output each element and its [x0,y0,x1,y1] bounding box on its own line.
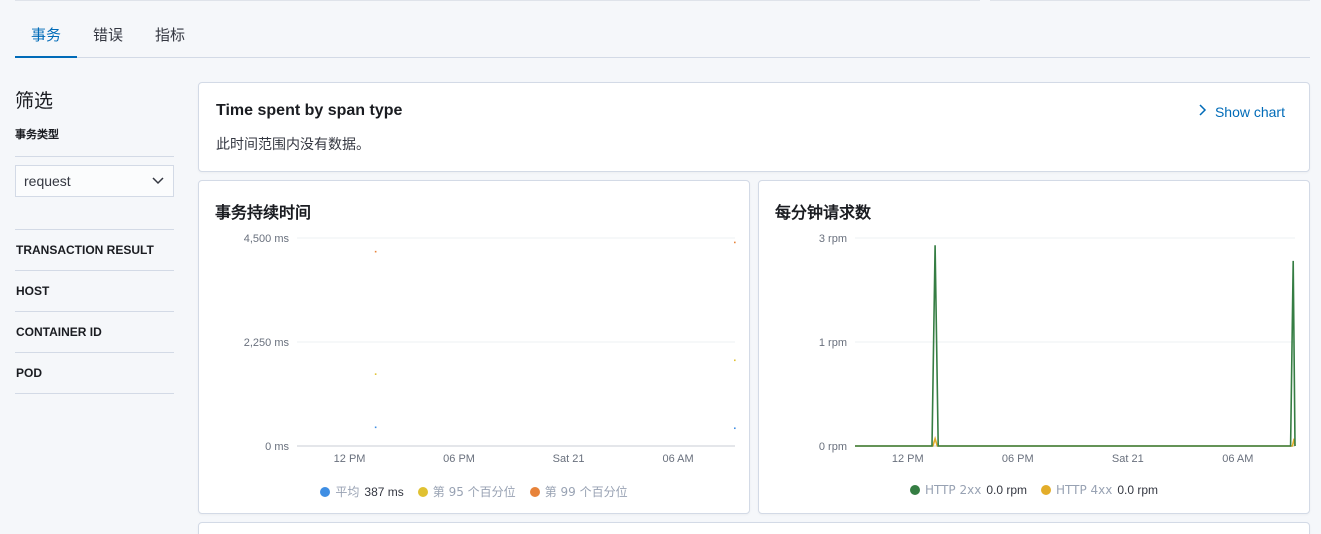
tab-metrics[interactable]: 指标 [139,14,201,58]
show-chart-button[interactable]: Show chart [1197,103,1285,120]
data-point [734,427,736,430]
filter-transaction-result[interactable]: TRANSACTION RESULT [15,230,174,271]
data-point [734,359,736,362]
x-tick-label: 12 PM [334,453,366,465]
transaction-duration-panel: 事务持续时间 4,500 ms 2,250 ms 0 ms 12 PM 06 PM Sat… [198,180,750,514]
y-tick-label: 0 rpm [819,441,847,453]
x-tick-label: Sat 21 [553,453,585,465]
no-data-message: 此时间范围内没有数据。 [216,137,370,153]
y-tick-label: 2,250 ms [244,337,290,349]
chart-legend: 平均 387 ms 第 95 个百分位 第 99 个百分位 [199,483,749,500]
tab-bar: 事务 错误 指标 [15,14,1310,58]
legend-http-4xx[interactable]: HTTP 4xx 0.0 rpm [1041,483,1158,497]
filter-list: TRANSACTION RESULT HOST CONTAINER ID POD [15,229,174,394]
requests-per-minute-panel: 每分钟请求数 3 rpm 1 rpm 0 rpm 12 PM 06 PM Sat 21 06… [758,180,1310,514]
legend-dot [909,485,920,495]
transaction-duration-chart: 4,500 ms 2,250 ms 0 ms 12 PM 06 PM Sat 21 06 A… [244,233,736,465]
legend-value: 0.0 rpm [986,483,1027,497]
legend-avg[interactable]: 平均 387 ms [320,483,404,500]
x-tick-label: 06 AM [662,453,693,465]
chevron-right-icon [1197,103,1207,120]
legend-dot [320,486,331,497]
span-type-title: Time spent by span type [216,102,403,119]
y-tick-label: 1 rpm [819,337,847,349]
data-point [374,426,377,429]
filters-title: 筛选 [15,90,54,112]
x-tick-label: 12 PM [892,453,924,465]
legend-dot [417,486,428,497]
data-point [734,241,736,244]
y-tick-label: 3 rpm [819,233,847,245]
legend-dot [529,486,540,497]
filter-host[interactable]: HOST [15,271,174,312]
next-panel [198,522,1310,534]
legend-p99[interactable]: 第 99 个百分位 [529,483,628,500]
tab-errors[interactable]: 错误 [77,14,139,58]
x-tick-label: 06 PM [443,453,475,465]
x-tick-label: 06 PM [1002,453,1034,465]
legend-name: 平均 [335,485,360,499]
legend-name: 第 95 个百分位 [432,485,516,499]
data-point [374,373,377,375]
data-point [374,250,377,253]
legend-name: HTTP 2xx [924,483,982,497]
series-line [855,245,1296,447]
legend-http-2xx[interactable]: HTTP 2xx 0.0 rpm [909,483,1027,497]
tab-transactions[interactable]: 事务 [15,14,78,58]
y-tick-label: 4,500 ms [244,233,290,245]
span-type-panel: Time spent by span type 此时间范围内没有数据。 Show… [198,82,1310,172]
legend-name: HTTP 4xx [1056,483,1113,497]
legend-value: 0.0 rpm [1117,483,1159,497]
top-divider [15,0,1310,2]
transaction-type-label: 事务类型 [15,128,59,141]
x-tick-label: Sat 21 [1112,453,1144,465]
series-line [855,435,1296,447]
legend-dot [1041,485,1051,495]
filter-pod[interactable]: POD [15,353,174,394]
filter-container-id[interactable]: CONTAINER ID [15,312,174,353]
chart-legend: HTTP 2xx 0.0 rpm HTTP 4xx 0.0 rpm [759,483,1309,497]
divider [15,156,174,157]
x-tick-label: 06 AM [1222,453,1253,465]
chevron-down-icon [151,173,165,190]
transaction-type-select[interactable]: request [15,165,174,197]
show-chart-label: Show chart [1214,103,1285,120]
legend-value: 387 ms [364,484,404,499]
filter-sidebar: 筛选 事务类型 request TRANSACTION RESULT HOST … [15,86,174,394]
legend-name: 第 99 个百分位 [544,485,628,499]
requests-per-minute-chart: 3 rpm 1 rpm 0 rpm 12 PM 06 PM Sat 21 06 AM [819,233,1296,465]
transaction-type-value: request [24,173,71,189]
y-tick-label: 0 ms [265,441,289,453]
legend-p95[interactable]: 第 95 个百分位 [417,483,516,500]
